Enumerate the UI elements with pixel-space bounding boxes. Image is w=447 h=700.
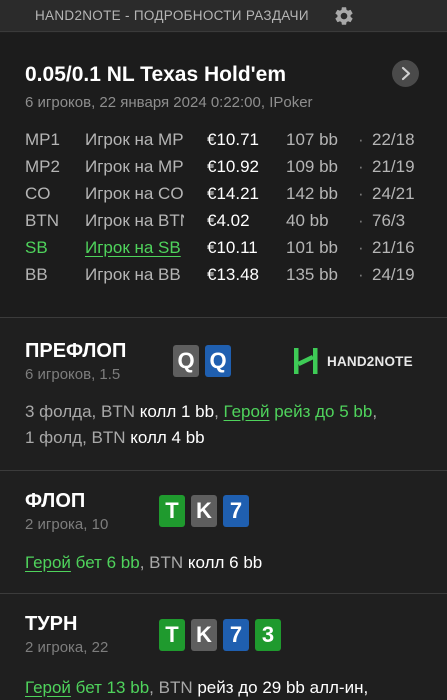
hero-link[interactable]: Герой [25, 678, 71, 697]
player-name[interactable]: Игрок на MP2 [85, 157, 184, 177]
hero-action: бет 13 bb [70, 678, 150, 697]
hole-card: Q [205, 345, 231, 377]
street-turn: ТУРН 2 игрока, 22 T K 7 3 Герой бет 13 b… [0, 595, 447, 700]
hand2note-logo: HAND2NOTE [292, 346, 432, 376]
player-row: MP2 Игрок на MP2 €10.92 109 bb · 21/19 [0, 157, 447, 183]
street-name: ТУРН [25, 613, 78, 635]
chevron-right-icon [401, 66, 411, 81]
action-text: , BTN [149, 678, 198, 697]
player-name[interactable]: Игрок на CO [85, 184, 184, 204]
window-titlebar: HAND2NOTE - ПОДРОБНОСТИ РАЗДАЧИ [0, 0, 447, 32]
player-position: SB [25, 238, 48, 257]
board-card: 7 [223, 495, 249, 527]
action-text: , [372, 402, 378, 421]
player-hud-stats: 24/19 [372, 265, 415, 284]
player-hud-stats: 21/19 [372, 157, 415, 176]
board-card: K [191, 619, 217, 651]
action-raise: рейз до 29 bb алл-ин, [197, 678, 369, 697]
hero-link[interactable]: Герой [224, 402, 270, 421]
game-info: 6 игроков, 22 января 2024 0:22:00, IPoke… [25, 94, 313, 111]
action-text: 1 фолд, BTN [25, 428, 131, 447]
board-card: 3 [255, 619, 281, 651]
player-stack: €14.21 [207, 184, 259, 203]
street-actions: 3 фолда, BTN колл 1 bb, Герой рейз до 5 … [25, 399, 435, 451]
street-preflop: ПРЕФЛОП 6 игроков, 1.5 Q Q 3 фолда, BTN … [0, 319, 447, 471]
action-text: , [214, 402, 224, 421]
player-row: BB Игрок на BB €13.48 135 bb · 24/19 [0, 265, 447, 291]
street-info: 2 игрока, 10 [25, 516, 109, 533]
player-stack: €4.02 [207, 211, 250, 230]
player-stack-bb: 109 bb [286, 157, 338, 176]
player-hud-stats: 24/21 [372, 184, 415, 203]
next-hand-button[interactable] [392, 60, 419, 87]
board-card: T [159, 495, 185, 527]
player-stack: €10.92 [207, 157, 259, 176]
player-hud-stats: 22/18 [372, 130, 415, 149]
player-stack-bb: 135 bb [286, 265, 338, 284]
player-row: CO Игрок на CO €14.21 142 bb · 24/21 [0, 184, 447, 210]
action-call: колл 4 bb [130, 428, 205, 447]
hero-action: бет 6 bb [70, 553, 140, 572]
hero-link[interactable]: Герой [25, 553, 71, 572]
player-position: CO [25, 184, 51, 203]
action-call: колл 1 bb [139, 402, 215, 421]
street-info: 2 игрока, 22 [25, 639, 109, 656]
street-actions: Герой бет 13 bb, BTN рейз до 29 bb алл-и… [25, 675, 435, 700]
board-card: T [159, 619, 185, 651]
separator: · [358, 265, 364, 284]
separator: · [358, 238, 364, 257]
player-stack-bb: 142 bb [286, 184, 338, 203]
player-position: BTN [25, 211, 59, 230]
player-position: MP2 [25, 157, 60, 176]
separator: · [358, 157, 364, 176]
player-stack-bb: 107 bb [286, 130, 338, 149]
player-hud-stats: 76/3 [372, 211, 406, 230]
action-text: , BTN [139, 553, 188, 572]
hero-action: рейз до 5 bb [269, 402, 373, 421]
player-stack-bb: 40 bb [286, 211, 329, 230]
gear-icon[interactable] [333, 5, 355, 27]
action-call: колл 6 bb [187, 553, 263, 572]
street-name: ПРЕФЛОП [25, 340, 127, 362]
h2n-logo-icon [294, 348, 318, 374]
player-name[interactable]: Игрок на MP1 [85, 130, 184, 150]
player-row: MP1 Игрок на MP1 €10.71 107 bb · 22/18 [0, 130, 447, 156]
hand-summary: 0.05/0.1 NL Texas Hold'em 6 игроков, 22 … [0, 33, 447, 318]
hero-player-row: SB Игрок на SB €10.11 101 bb · 21/16 [0, 238, 447, 264]
street-flop: ФЛОП 2 игрока, 10 T K 7 Герой бет 6 bb, … [0, 472, 447, 594]
player-name[interactable]: Игрок на BTN [85, 211, 184, 231]
player-name[interactable]: Игрок на SB [85, 238, 184, 258]
separator: · [358, 184, 364, 203]
player-stack: €10.11 [207, 238, 258, 257]
separator: · [358, 211, 364, 230]
street-actions: Герой бет 6 bb, BTN колл 6 bb [25, 550, 435, 576]
player-hud-stats: 21/16 [372, 238, 415, 257]
logo-text: HAND2NOTE [327, 354, 413, 369]
hole-card: Q [173, 345, 199, 377]
player-stack: €10.71 [207, 130, 259, 149]
street-name: ФЛОП [25, 490, 86, 512]
player-row: BTN Игрок на BTN €4.02 40 bb · 76/3 [0, 211, 447, 237]
board-card: K [191, 495, 217, 527]
player-stack-bb: 101 bb [286, 238, 338, 257]
street-info: 6 игроков, 1.5 [25, 366, 121, 383]
action-text: 3 фолда, BTN [25, 402, 140, 421]
player-stack: €13.48 [207, 265, 259, 284]
separator: · [358, 130, 364, 149]
player-name[interactable]: Игрок на BB [85, 265, 184, 285]
board-card: 7 [223, 619, 249, 651]
window-title: HAND2NOTE - ПОДРОБНОСТИ РАЗДАЧИ [35, 8, 309, 23]
player-position: MP1 [25, 130, 60, 149]
game-title: 0.05/0.1 NL Texas Hold'em [25, 63, 287, 86]
player-position: BB [25, 265, 48, 284]
